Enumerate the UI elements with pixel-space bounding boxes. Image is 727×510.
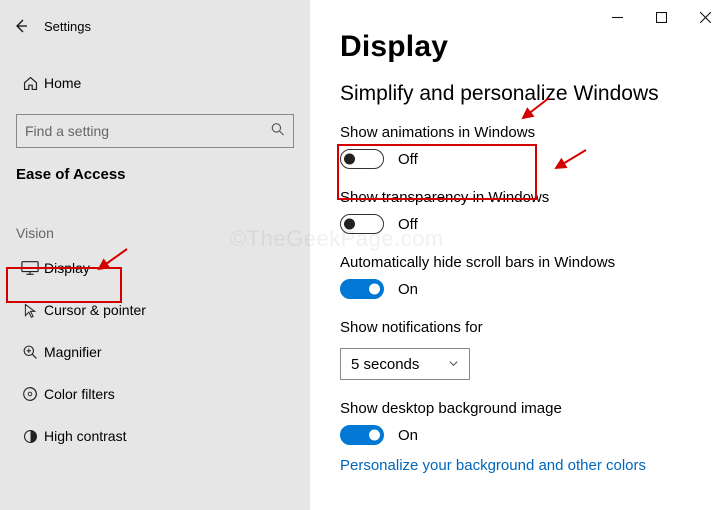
- search-input[interactable]: [16, 114, 294, 148]
- sidebar-item-high-contrast[interactable]: High contrast: [0, 415, 310, 457]
- setting-transparency: Show transparency in Windows Off: [340, 189, 727, 234]
- sidebar-item-label: Display: [44, 260, 90, 276]
- setting-label: Automatically hide scroll bars in Window…: [340, 254, 727, 271]
- setting-label: Show animations in Windows: [340, 124, 727, 141]
- sidebar-item-label: High contrast: [44, 428, 126, 444]
- notifications-dropdown[interactable]: 5 seconds: [340, 348, 470, 380]
- sidebar-section-vision: Vision: [0, 183, 310, 247]
- toggle-desktop-bg[interactable]: [340, 425, 384, 445]
- monitor-icon: [16, 260, 44, 276]
- toggle-transparency[interactable]: [340, 214, 384, 234]
- section-heading: Simplify and personalize Windows: [340, 82, 727, 106]
- sidebar-item-label: Cursor & pointer: [44, 302, 146, 318]
- toggle-state: On: [398, 427, 418, 444]
- home-icon: [16, 75, 44, 92]
- app-title: Settings: [42, 19, 91, 34]
- dropdown-value: 5 seconds: [351, 356, 419, 373]
- sidebar-item-color-filters[interactable]: Color filters: [0, 373, 310, 415]
- setting-autohide-scrollbars: Automatically hide scroll bars in Window…: [340, 254, 727, 299]
- toggle-state: Off: [398, 216, 418, 233]
- sidebar-item-label: Color filters: [44, 386, 115, 402]
- toggle-state: Off: [398, 151, 418, 168]
- maximize-icon: [656, 12, 667, 23]
- window-controls: [595, 0, 727, 34]
- magnifier-icon: [16, 344, 44, 361]
- home-label: Home: [44, 75, 81, 91]
- chevron-down-icon: [448, 356, 459, 373]
- setting-label: Show desktop background image: [340, 400, 727, 417]
- sidebar-item-display[interactable]: Display: [0, 247, 310, 289]
- page-title: Display: [340, 30, 727, 64]
- close-icon: [700, 12, 711, 23]
- cursor-icon: [16, 302, 44, 319]
- personalize-link[interactable]: Personalize your background and other co…: [340, 457, 727, 474]
- minimize-icon: [612, 12, 623, 23]
- setting-notifications: Show notifications for 5 seconds: [340, 319, 727, 380]
- setting-label: Show transparency in Windows: [340, 189, 727, 206]
- close-button[interactable]: [683, 2, 727, 32]
- toggle-animations[interactable]: [340, 149, 384, 169]
- setting-desktop-bg: Show desktop background image On: [340, 400, 727, 445]
- toggle-state: On: [398, 281, 418, 298]
- sidebar-item-cursor-pointer[interactable]: Cursor & pointer: [0, 289, 310, 331]
- contrast-icon: [16, 428, 44, 445]
- back-button[interactable]: [0, 6, 42, 46]
- arrow-left-icon: [12, 17, 30, 35]
- sidebar: Settings Home Ease of Access Vision Disp…: [0, 0, 310, 510]
- setting-label: Show notifications for: [340, 319, 727, 336]
- content-pane: Display Simplify and personalize Windows…: [310, 0, 727, 510]
- color-filters-icon: [16, 385, 44, 403]
- setting-animations: Show animations in Windows Off: [340, 124, 727, 169]
- sidebar-item-magnifier[interactable]: Magnifier: [0, 331, 310, 373]
- minimize-button[interactable]: [595, 2, 639, 32]
- sidebar-home[interactable]: Home: [0, 64, 310, 102]
- maximize-button[interactable]: [639, 2, 683, 32]
- sidebar-item-label: Magnifier: [44, 344, 102, 360]
- search-icon: [270, 122, 286, 141]
- category-label: Ease of Access: [0, 148, 310, 183]
- toggle-autohide-scrollbars[interactable]: [340, 279, 384, 299]
